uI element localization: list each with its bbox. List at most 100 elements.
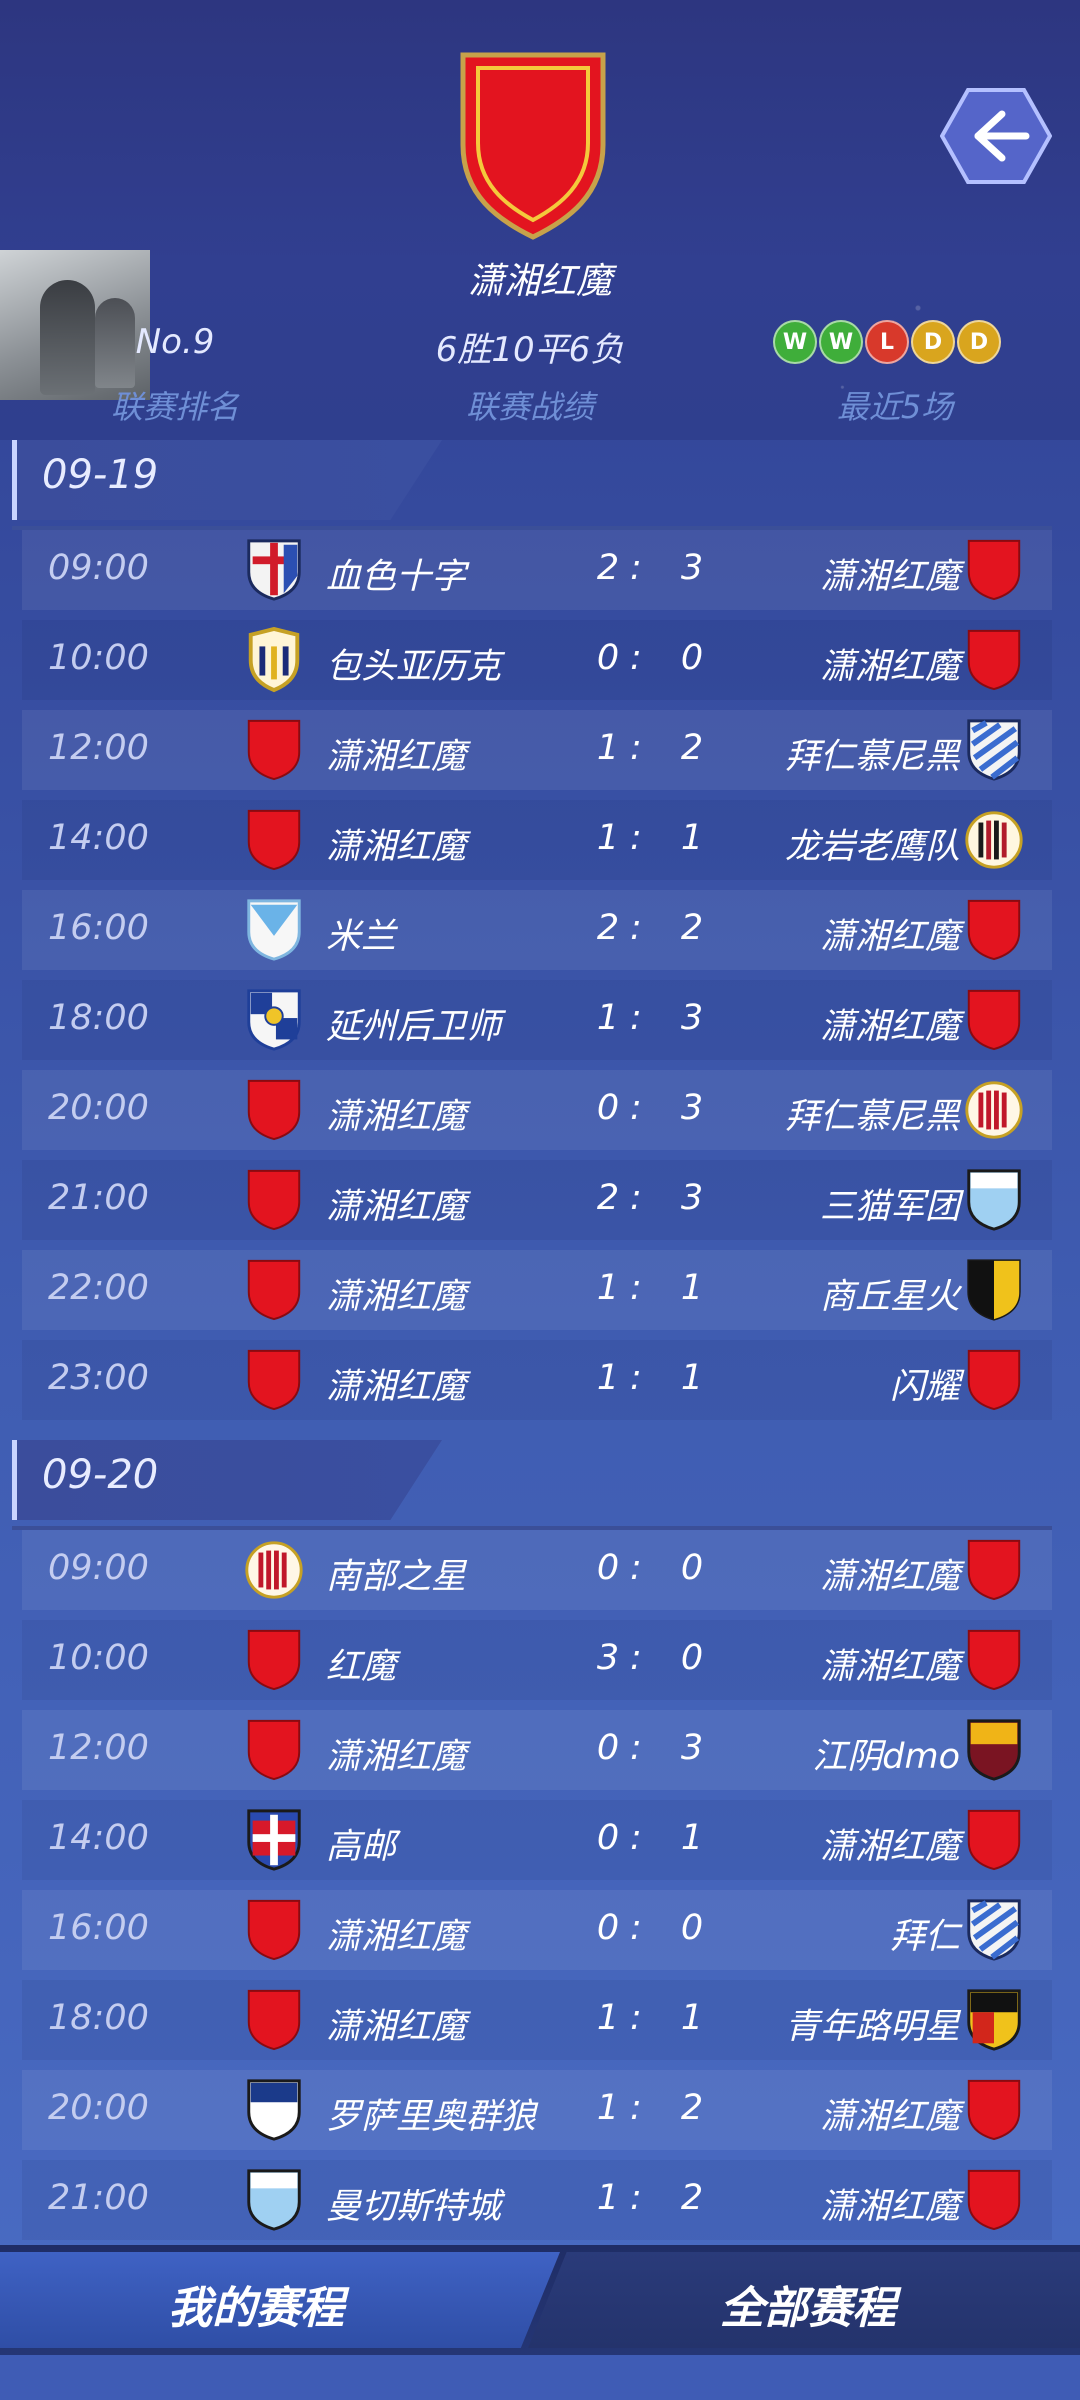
match-row[interactable]: 12:00 潇湘红魔 1:2 拜仁慕尼黑	[22, 710, 1052, 790]
away-score: 1	[680, 1268, 704, 1308]
match-row[interactable]: 18:00 潇湘红魔 1:1 青年路明星	[22, 1980, 1052, 2060]
away-score: 3	[680, 1178, 704, 1218]
away-score: 2	[680, 728, 704, 768]
home-crest-icon	[244, 1077, 304, 1143]
home-team-name: 米兰	[326, 917, 397, 957]
match-row[interactable]: 20:00 罗萨里奥群狼 1:2 潇湘红魔	[22, 2070, 1052, 2150]
away-team-name: 潇湘红魔	[819, 647, 960, 687]
away-team-name: 潇湘红魔	[819, 557, 960, 597]
match-time: 10:00	[48, 1638, 149, 1678]
match-row[interactable]: 12:00 潇湘红魔 0:3 江阴dmo	[22, 1710, 1052, 1790]
away-score: 0	[680, 1638, 704, 1678]
score-separator: :	[630, 2178, 642, 2218]
away-team-name: 潇湘红魔	[819, 1007, 960, 1047]
date-tick	[12, 1440, 17, 1520]
home-score: 2	[596, 1178, 620, 1218]
away-crest-icon	[964, 1717, 1024, 1783]
home-score: 0	[596, 1908, 620, 1948]
home-crest-icon	[244, 717, 304, 783]
away-score: 3	[680, 998, 704, 1038]
match-row[interactable]: 09:00 南部之星 0:0 潇湘红魔	[22, 1530, 1052, 1610]
form-result-badge: D	[957, 320, 1001, 364]
away-team-name: 拜仁慕尼黑	[784, 1097, 960, 1137]
match-row[interactable]: 21:00 曼切斯特城 1:2 潇湘红魔	[22, 2160, 1052, 2240]
home-score: 2	[596, 548, 620, 588]
home-crest-icon	[244, 1167, 304, 1233]
away-score: 3	[680, 548, 704, 588]
home-team-name: 潇湘红魔	[326, 1277, 467, 1317]
home-score: 1	[596, 2088, 620, 2128]
back-button[interactable]	[940, 86, 1052, 186]
tab-my-schedule[interactable]: 我的赛程	[0, 2252, 560, 2348]
form-result-badge: D	[911, 320, 955, 364]
match-row[interactable]: 21:00 潇湘红魔 2:3 三猫军团	[22, 1160, 1052, 1240]
home-crest-icon	[244, 1537, 304, 1603]
away-crest-icon	[964, 2077, 1024, 2143]
match-row[interactable]: 14:00 高邮 0:1 潇湘红魔	[22, 1800, 1052, 1880]
home-team-name: 罗萨里奥群狼	[326, 2097, 537, 2137]
score-separator: :	[630, 1178, 642, 1218]
score-separator: :	[630, 638, 642, 678]
home-team-name: 潇湘红魔	[326, 827, 467, 867]
home-score: 0	[596, 1088, 620, 1128]
home-score: 1	[596, 2178, 620, 2218]
match-row[interactable]: 10:00 包头亚历克 0:0 潇湘红魔	[22, 620, 1052, 700]
away-score: 3	[680, 1088, 704, 1128]
home-crest-icon	[244, 807, 304, 873]
score-separator: :	[630, 728, 642, 768]
form-result-badge: W	[819, 320, 863, 364]
form-result-badge: W	[773, 320, 817, 364]
match-row[interactable]: 20:00 潇湘红魔 0:3 拜仁慕尼黑	[22, 1070, 1052, 1150]
date-label: 09-19	[42, 452, 159, 498]
away-crest-icon	[964, 1257, 1024, 1323]
away-crest-icon	[964, 1077, 1024, 1143]
date-label: 09-20	[42, 1452, 159, 1498]
away-team-name: 江阴dmo	[812, 1737, 960, 1777]
match-row[interactable]: 22:00 潇湘红魔 1:1 商丘星火	[22, 1250, 1052, 1330]
home-score: 1	[596, 1358, 620, 1398]
match-row[interactable]: 14:00 潇湘红魔 1:1 龙岩老鹰队	[22, 800, 1052, 880]
away-crest-icon	[964, 1627, 1024, 1693]
match-time: 16:00	[48, 908, 149, 948]
away-score: 2	[680, 2178, 704, 2218]
match-row[interactable]: 16:00 米兰 2:2 潇湘红魔	[22, 890, 1052, 970]
match-row[interactable]: 16:00 潇湘红魔 0:0 拜仁	[22, 1890, 1052, 1970]
home-score: 1	[596, 1268, 620, 1308]
date-section-header: 09-19	[12, 440, 1052, 530]
match-row[interactable]: 18:00 延州后卫师 1:3 潇湘红魔	[22, 980, 1052, 1060]
home-crest-icon	[244, 1627, 304, 1693]
match-time: 20:00	[48, 1088, 149, 1128]
home-team-name: 红魔	[326, 1647, 397, 1687]
match-time: 09:00	[48, 548, 149, 588]
away-score: 3	[680, 1728, 704, 1768]
recent-form-label: 最近5场	[836, 388, 954, 426]
score-separator: :	[630, 1268, 642, 1308]
away-score: 1	[680, 1358, 704, 1398]
home-score: 1	[596, 1998, 620, 2038]
match-row[interactable]: 23:00 潇湘红魔 1:1 闪耀	[22, 1340, 1052, 1420]
tab-all-schedule[interactable]: 全部赛程	[528, 2252, 1080, 2348]
away-team-name: 商丘星火	[819, 1277, 960, 1317]
home-crest-icon	[244, 537, 304, 603]
home-team-name: 潇湘红魔	[326, 1367, 467, 1407]
home-team-name: 潇湘红魔	[326, 737, 467, 777]
score-separator: :	[630, 1908, 642, 1948]
home-team-name: 血色十字	[326, 557, 467, 597]
home-team-name: 南部之星	[326, 1557, 467, 1597]
match-time: 14:00	[48, 1818, 149, 1858]
score-separator: :	[630, 1088, 642, 1128]
home-crest-icon	[244, 2167, 304, 2233]
match-row[interactable]: 09:00 血色十字 2:3 潇湘红魔	[22, 530, 1052, 610]
match-row[interactable]: 10:00 红魔 3:0 潇湘红魔	[22, 1620, 1052, 1700]
match-time: 16:00	[48, 1908, 149, 1948]
home-score: 3	[596, 1638, 620, 1678]
match-time: 22:00	[48, 1268, 149, 1308]
match-time: 14:00	[48, 818, 149, 858]
home-team-name: 曼切斯特城	[326, 2187, 502, 2227]
home-crest-icon	[244, 1897, 304, 1963]
away-team-name: 三猫军团	[819, 1187, 960, 1227]
home-team-name: 高邮	[326, 1827, 397, 1867]
home-score: 0	[596, 1818, 620, 1858]
avatar-figure	[40, 280, 95, 395]
match-time: 21:00	[48, 2178, 149, 2218]
